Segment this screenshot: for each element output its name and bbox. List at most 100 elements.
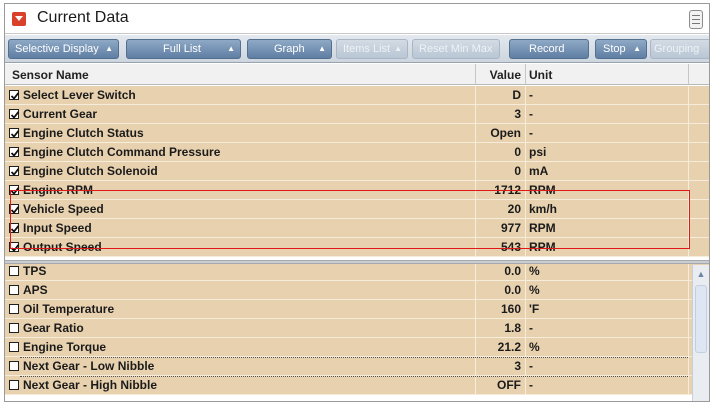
- table-row[interactable]: Engine Clutch Solenoid 0 mA: [5, 162, 709, 181]
- table-row[interactable]: Output Speed 543 RPM: [5, 238, 709, 257]
- checkbox-unchecked[interactable]: [9, 304, 19, 314]
- up-down-arrows-icon: ▲︎: [227, 44, 235, 53]
- sensor-unit: RPM: [529, 183, 556, 197]
- sensor-unit: -: [529, 88, 533, 102]
- items-list-dropdown[interactable]: Items List ▲︎: [336, 39, 408, 59]
- checkbox-checked[interactable]: [9, 147, 20, 157]
- record-label: Record: [529, 43, 565, 55]
- full-list-label: Full List: [163, 43, 201, 55]
- table-row[interactable]: Next Gear - High Nibble OFF -: [5, 376, 709, 395]
- table-row[interactable]: Input Speed 977 RPM: [5, 219, 709, 238]
- focus-outline: [20, 357, 688, 358]
- table-row[interactable]: Engine Clutch Status Open -: [5, 124, 709, 143]
- table-header: Sensor Name Value Unit: [5, 64, 709, 85]
- column-header-sensor-name[interactable]: Sensor Name: [12, 68, 89, 82]
- sensor-name: Gear Ratio: [23, 321, 84, 335]
- sensor-value: 0.0: [504, 283, 521, 297]
- sensor-value: 160: [500, 302, 521, 316]
- sensor-unit: RPM: [529, 240, 556, 254]
- checkbox-unchecked[interactable]: [9, 285, 19, 295]
- sensor-value: 543: [500, 240, 521, 254]
- table-row[interactable]: Oil Temperature 160 'F: [5, 300, 709, 319]
- sensor-value: 0: [514, 164, 521, 178]
- checkbox-checked[interactable]: [9, 204, 20, 214]
- graph-dropdown[interactable]: Graph ▲︎: [247, 39, 332, 59]
- sensor-name: Current Gear: [23, 107, 98, 121]
- table-row[interactable]: Gear Ratio 1.8-: [5, 319, 709, 338]
- table-row[interactable]: Engine RPM 1712 RPM: [5, 181, 709, 200]
- sensor-unit: -: [529, 126, 533, 140]
- sensor-value: 1.8: [504, 321, 521, 335]
- stop-dropdown[interactable]: Stop ▲︎: [595, 39, 647, 59]
- checkbox-checked[interactable]: [9, 128, 20, 138]
- collapse-arrow-icon[interactable]: [12, 12, 26, 26]
- table-row[interactable]: Select Lever Switch D -: [5, 86, 709, 105]
- table-row[interactable]: TPS 0.0%: [5, 262, 709, 281]
- checkbox-unchecked[interactable]: [9, 361, 19, 371]
- sensor-data-table: Sensor Name Value Unit Select Lever Swit…: [5, 64, 709, 401]
- sensor-name: Output Speed: [23, 240, 102, 254]
- scroll-thumb[interactable]: [695, 285, 707, 353]
- reset-min-max-button[interactable]: Reset Min Max: [412, 39, 500, 59]
- column-header-value[interactable]: Value: [481, 68, 521, 82]
- full-list-dropdown[interactable]: Full List ▲︎: [126, 39, 241, 59]
- sensor-name: Engine Torque: [23, 340, 107, 354]
- table-row[interactable]: APS 0.0%: [5, 281, 709, 300]
- up-down-arrows-icon: ▲︎: [633, 44, 641, 53]
- sensor-value: 1712: [494, 183, 521, 197]
- sensor-value: Open: [490, 126, 521, 140]
- sensor-value: 20: [507, 202, 521, 216]
- stop-label: Stop: [603, 43, 626, 55]
- sensor-name: Engine Clutch Command Pressure: [23, 145, 221, 159]
- check-icon: [10, 92, 20, 100]
- table-row[interactable]: Engine Clutch Command Pressure 0 psi: [5, 143, 709, 162]
- vertical-scrollbar[interactable]: ▲︎: [692, 265, 709, 401]
- check-icon: [10, 225, 20, 233]
- sensor-value: D: [512, 88, 521, 102]
- table-row[interactable]: Current Gear 3-: [5, 105, 709, 124]
- list-menu-icon[interactable]: [689, 10, 703, 29]
- checkbox-unchecked[interactable]: [9, 380, 19, 390]
- record-button[interactable]: Record: [509, 39, 589, 59]
- sensor-unit: RPM: [529, 221, 556, 235]
- sensor-name: Next Gear - Low Nibble: [23, 359, 155, 373]
- sensor-value: 21.2: [497, 340, 521, 354]
- sensor-unit: -: [529, 107, 533, 121]
- selective-display-dropdown[interactable]: Selective Display ▲︎: [8, 39, 119, 59]
- checkbox-checked[interactable]: [9, 109, 20, 119]
- up-down-arrows-icon: ▲︎: [318, 44, 326, 53]
- sensor-unit: -: [529, 359, 533, 373]
- scroll-up-arrow-icon[interactable]: ▲︎: [694, 267, 708, 281]
- checkbox-checked[interactable]: [9, 223, 20, 233]
- table-row[interactable]: Vehicle Speed 20 km/h: [5, 200, 709, 219]
- check-icon: [10, 187, 20, 195]
- checkbox-checked[interactable]: [9, 242, 20, 252]
- checkbox-checked[interactable]: [9, 185, 20, 195]
- sensor-name: Vehicle Speed: [23, 202, 104, 216]
- focus-outline: [20, 376, 688, 377]
- sensor-name: Engine Clutch Status: [23, 126, 144, 140]
- sensor-unit: %: [529, 340, 540, 354]
- checkbox-unchecked[interactable]: [9, 342, 19, 352]
- checkbox-unchecked[interactable]: [9, 323, 19, 333]
- sensor-unit: 'F: [529, 302, 540, 316]
- sensor-unit: km/h: [529, 202, 558, 216]
- sensor-name: APS: [23, 283, 48, 297]
- checkbox-checked[interactable]: [9, 90, 20, 100]
- up-down-arrows-icon: ▲︎: [394, 44, 402, 53]
- table-row[interactable]: Next Gear - Low Nibble 3-: [5, 357, 709, 376]
- graph-label: Graph: [274, 43, 305, 55]
- items-list-label: Items List: [343, 43, 391, 55]
- reset-min-max-label: Reset Min Max: [419, 43, 493, 55]
- sensor-name: Engine Clutch Solenoid: [23, 164, 158, 178]
- sensor-name: Input Speed: [23, 221, 92, 235]
- checkbox-unchecked[interactable]: [9, 266, 19, 276]
- column-header-unit[interactable]: Unit: [529, 68, 552, 82]
- grouping-button[interactable]: Grouping: [650, 39, 709, 59]
- checkbox-checked[interactable]: [9, 166, 20, 176]
- table-row[interactable]: Engine Torque 21.2%: [5, 338, 709, 357]
- check-icon: [10, 168, 20, 176]
- sensor-name: Engine RPM: [23, 183, 94, 197]
- current-data-window: Current Data Selective Display ▲︎ Full L…: [4, 3, 710, 402]
- selective-display-label: Selective Display: [15, 43, 99, 55]
